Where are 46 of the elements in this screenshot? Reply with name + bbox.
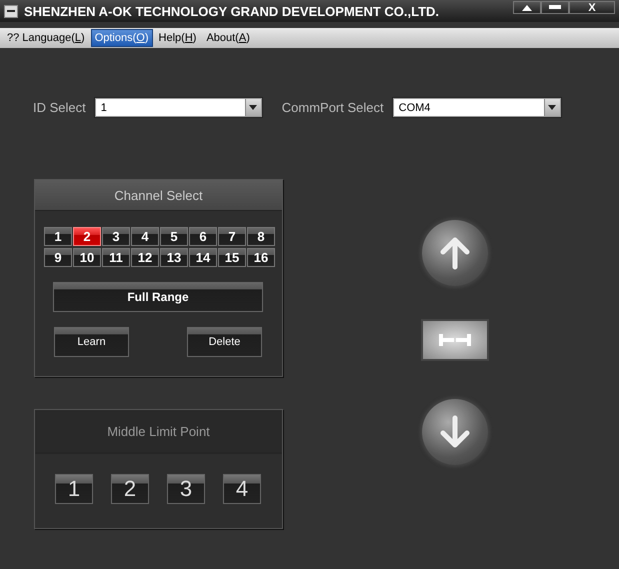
menu-item[interactable]: Options(O) — [90, 29, 153, 47]
channel-button[interactable]: 6 — [189, 227, 217, 246]
close-button[interactable]: X — [569, 1, 615, 14]
maximize-button[interactable] — [513, 1, 541, 14]
channel-button[interactable]: 2 — [73, 227, 101, 246]
channel-button[interactable]: 15 — [218, 248, 246, 267]
dropdown[interactable]: COM4 — [392, 98, 561, 117]
channel-button[interactable]: 4 — [131, 227, 159, 246]
down-button[interactable] — [422, 399, 488, 465]
channel-button[interactable]: 10 — [73, 248, 101, 267]
select-label: ID Select — [33, 100, 86, 115]
panel-title: Middle Limit Point — [107, 424, 210, 438]
delete-button[interactable]: Delete — [187, 327, 262, 357]
channel-button[interactable]: 7 — [218, 227, 246, 246]
channel-button[interactable]: 13 — [160, 248, 188, 267]
select-label: CommPort Select — [282, 100, 384, 115]
full-range-button[interactable]: Full Range — [53, 282, 263, 312]
channel-button[interactable]: 12 — [131, 248, 159, 267]
limit-point-button[interactable]: 3 — [167, 474, 205, 504]
stop-button[interactable] — [421, 319, 489, 361]
menu-item[interactable]: About(A) — [202, 29, 254, 47]
learn-button[interactable]: Learn — [54, 327, 129, 357]
panel-title: Channel Select — [114, 188, 203, 202]
limit-point-button[interactable]: 1 — [55, 474, 93, 504]
channel-button[interactable]: 5 — [160, 227, 188, 246]
triangle-icon — [522, 4, 532, 10]
dropdown-arrow-icon — [548, 105, 556, 110]
up-button[interactable] — [422, 220, 488, 286]
minimize-button[interactable] — [541, 1, 569, 14]
dropdown[interactable]: 1 — [94, 98, 262, 117]
dropdown-arrow-icon — [249, 105, 258, 110]
limit-point-button[interactable]: 4 — [223, 474, 261, 504]
system-menu-icon[interactable] — [4, 4, 18, 18]
window-title: SHENZHEN A-OK TECHNOLOGY GRAND DEVELOPMENT CO.,LTD. — [24, 4, 440, 18]
channel-button[interactable]: 11 — [102, 248, 130, 267]
minimize-icon — [549, 5, 561, 10]
channel-button[interactable]: 3 — [102, 227, 130, 246]
menu-item[interactable]: Help(H) — [154, 29, 200, 47]
channel-button[interactable]: 14 — [189, 248, 217, 267]
limit-point-button[interactable]: 2 — [111, 474, 149, 504]
channel-button[interactable]: 1 — [44, 227, 72, 246]
stop-icon — [439, 334, 471, 346]
menu-item[interactable]: ?? Language(L) — [3, 29, 89, 47]
channel-button[interactable]: 8 — [247, 227, 275, 246]
channel-button[interactable]: 16 — [247, 248, 275, 267]
channel-button[interactable]: 9 — [44, 248, 72, 267]
